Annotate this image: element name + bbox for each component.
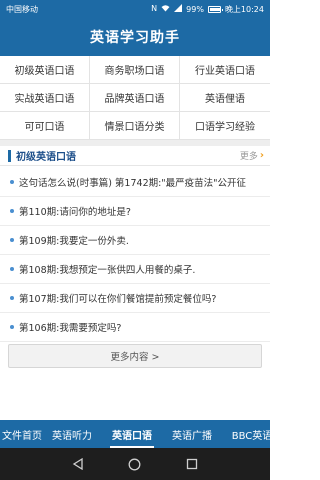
- list-item[interactable]: 第110期:请问你的地址是?: [0, 197, 270, 226]
- status-icons: N 99% 晚上10:24: [151, 4, 264, 15]
- app-title-bar: 英语学习助手: [0, 18, 270, 56]
- list-item-title: 第109期:我要定一份外卖.: [19, 236, 129, 247]
- category-item[interactable]: 商务职场口语: [90, 56, 180, 84]
- list-item[interactable]: 第109期:我要定一份外卖.: [0, 226, 270, 255]
- bullet-icon: [10, 180, 14, 184]
- tab-bbc[interactable]: BBC英语: [222, 420, 270, 448]
- home-icon[interactable]: [128, 457, 142, 471]
- app-title: 英语学习助手: [90, 30, 180, 46]
- bullet-icon: [10, 209, 14, 213]
- wifi-icon: [161, 4, 170, 14]
- status-bar: 中国移动 N 99% 晚上10:24: [0, 0, 270, 18]
- category-item[interactable]: 口语学习经验: [180, 112, 270, 140]
- signal-icon: [174, 4, 183, 14]
- bullet-icon: [10, 238, 14, 242]
- category-item[interactable]: 实战英语口语: [0, 84, 90, 112]
- bottom-tab-bar: 文件首页 英语听力 英语口语 英语广播 BBC英语: [0, 420, 270, 448]
- category-item[interactable]: 行业英语口语: [180, 56, 270, 84]
- list-item-title: 第107期:我们可以在你们餐馆提前预定餐位吗?: [19, 294, 217, 305]
- carrier-label: 中国移动: [6, 4, 38, 14]
- category-item[interactable]: 可可口语: [0, 112, 90, 140]
- list-item[interactable]: 第107期:我们可以在你们餐馆提前预定餐位吗?: [0, 284, 270, 313]
- more-link-label: 更多: [239, 152, 258, 162]
- clock: 晚上10:24: [224, 4, 264, 14]
- category-item[interactable]: 品牌英语口语: [90, 84, 180, 112]
- more-content-button[interactable]: 更多内容 >: [8, 344, 262, 368]
- category-item[interactable]: 情景口语分类: [90, 112, 180, 140]
- tab-speaking[interactable]: 英语口语: [102, 420, 162, 448]
- section-accent-bar: [8, 149, 11, 162]
- nfc-icon: N: [151, 4, 158, 13]
- battery-percent: 99%: [186, 4, 204, 14]
- list-item[interactable]: 第106期:我需要预定吗?: [0, 313, 270, 342]
- section-header: 初级英语口语 更多 ›: [0, 146, 270, 166]
- tab-label: 英语广播: [172, 430, 212, 442]
- bullet-icon: [10, 267, 14, 271]
- section-title: 初级英语口语: [16, 152, 76, 163]
- tab-label: BBC英语: [231, 430, 270, 442]
- battery-icon: [207, 5, 223, 13]
- tab-home[interactable]: 文件首页: [0, 420, 42, 448]
- back-icon[interactable]: [71, 457, 85, 471]
- lesson-list: 这句话怎么说(时事篇) 第1742期:"最严疫苗法"公开征 第110期:请问你的…: [0, 168, 270, 342]
- section-title-wrap: 初级英语口语: [8, 148, 76, 163]
- bullet-icon: [10, 296, 14, 300]
- list-item-title: 第108期:我想预定一张供四人用餐的桌子.: [19, 265, 196, 276]
- chevron-right-icon: ›: [259, 150, 264, 161]
- tab-label: 英语口语: [112, 430, 152, 442]
- list-item[interactable]: 这句话怎么说(时事篇) 第1742期:"最严疫苗法"公开征: [0, 168, 270, 197]
- tab-listening[interactable]: 英语听力: [42, 420, 102, 448]
- bullet-icon: [10, 325, 14, 329]
- system-nav-bar: [0, 448, 270, 480]
- recents-icon[interactable]: [185, 457, 199, 471]
- tab-radio[interactable]: 英语广播: [162, 420, 222, 448]
- tab-label: 文件首页: [2, 430, 42, 442]
- more-link[interactable]: 更多 ›: [240, 149, 264, 162]
- list-item-title: 这句话怎么说(时事篇) 第1742期:"最严疫苗法"公开征: [19, 178, 247, 189]
- category-grid: 初级英语口语 商务职场口语 行业英语口语 实战英语口语 品牌英语口语 英语俚语 …: [0, 56, 270, 140]
- tab-label: 英语听力: [52, 430, 92, 442]
- list-item[interactable]: 第108期:我想预定一张供四人用餐的桌子.: [0, 255, 270, 284]
- category-item[interactable]: 初级英语口语: [0, 56, 90, 84]
- category-item[interactable]: 英语俚语: [180, 84, 270, 112]
- list-item-title: 第110期:请问你的地址是?: [19, 207, 131, 218]
- list-item-title: 第106期:我需要预定吗?: [19, 323, 122, 334]
